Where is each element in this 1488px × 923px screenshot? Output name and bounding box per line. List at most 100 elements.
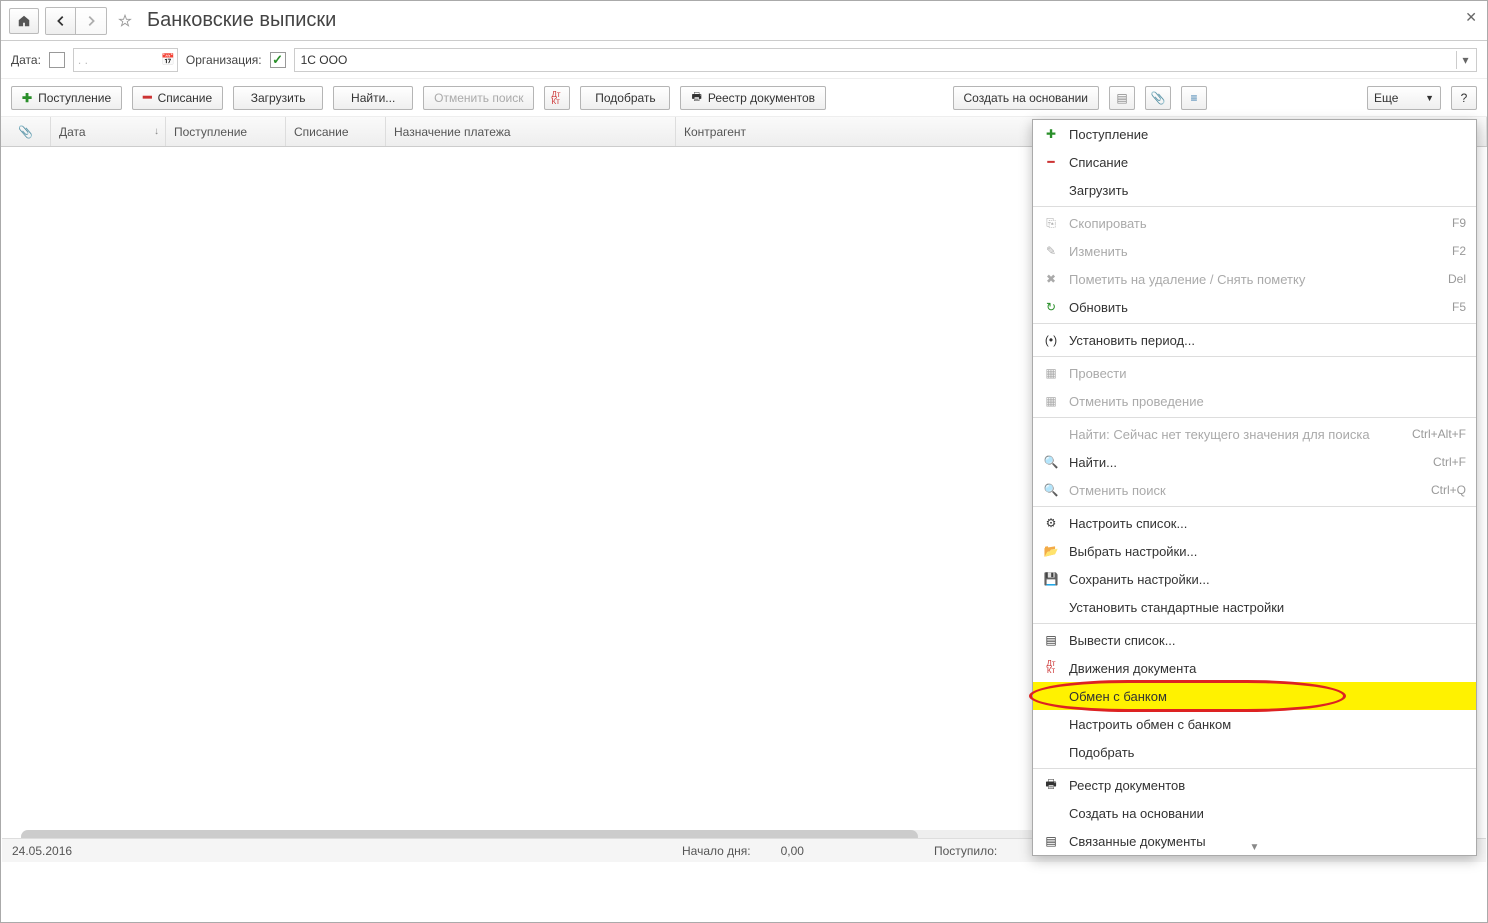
refresh-icon: ↻ bbox=[1043, 300, 1059, 314]
period-icon: (•) bbox=[1043, 333, 1059, 347]
separator bbox=[1033, 768, 1476, 769]
menu-configure-bank[interactable]: Настроить обмен с банком bbox=[1033, 710, 1476, 738]
menu-post[interactable]: ▦Провести bbox=[1033, 359, 1476, 387]
org-filter-checkbox[interactable] bbox=[270, 52, 286, 68]
home-icon bbox=[17, 14, 31, 28]
cancel-search-icon: 🔍 bbox=[1043, 483, 1059, 497]
dtkt-button[interactable] bbox=[544, 86, 570, 110]
org-input[interactable]: 1С ООО ▾ bbox=[294, 48, 1477, 72]
dtkt-icon bbox=[551, 91, 563, 105]
help-button[interactable]: ? bbox=[1451, 86, 1477, 110]
separator bbox=[1033, 323, 1476, 324]
nav-group bbox=[45, 7, 107, 35]
date-filter-checkbox[interactable] bbox=[49, 52, 65, 68]
day-start-value: 0,00 bbox=[781, 844, 804, 858]
window: Банковские выписки ✕ Дата: . . 📅 Организ… bbox=[0, 0, 1488, 923]
menu-find-hint[interactable]: Найти: Сейчас нет текущего значения для … bbox=[1033, 420, 1476, 448]
settings-icon: ⚙ bbox=[1043, 516, 1059, 530]
list-icon: ≡ bbox=[1190, 91, 1197, 105]
document-icon: ▤ bbox=[1043, 834, 1059, 848]
filter-bar: Дата: . . 📅 Организация: 1С ООО ▾ bbox=[1, 41, 1487, 79]
list-button[interactable]: ≡ bbox=[1181, 86, 1207, 110]
menu-expense[interactable]: ━Списание bbox=[1033, 148, 1476, 176]
output-icon: ▤ bbox=[1043, 633, 1059, 647]
sort-down-icon: ↓ bbox=[154, 126, 159, 137]
menu-income[interactable]: ✚Поступление bbox=[1033, 120, 1476, 148]
save-icon: 💾 bbox=[1043, 572, 1059, 586]
plus-icon: ✚ bbox=[1043, 127, 1059, 141]
attach-button[interactable]: 📎 bbox=[1145, 86, 1171, 110]
expense-button[interactable]: ━Списание bbox=[132, 86, 223, 110]
home-button[interactable] bbox=[9, 8, 39, 34]
income-button[interactable]: ✚Поступление bbox=[11, 86, 122, 110]
date-label: Дата: bbox=[11, 53, 41, 67]
forward-button[interactable] bbox=[76, 8, 106, 34]
search-icon: 🔍 bbox=[1043, 455, 1059, 469]
separator bbox=[1033, 356, 1476, 357]
dropdown-icon[interactable]: ▾ bbox=[1456, 51, 1474, 69]
separator bbox=[1033, 417, 1476, 418]
column-purpose[interactable]: Назначение платежа bbox=[386, 117, 676, 146]
menu-refresh[interactable]: ↻ОбновитьF5 bbox=[1033, 293, 1476, 321]
menu-bank-exchange[interactable]: Обмен с банком bbox=[1033, 682, 1476, 710]
back-button[interactable] bbox=[46, 8, 76, 34]
menu-pick[interactable]: Подобрать bbox=[1033, 738, 1476, 766]
menu-default-settings[interactable]: Установить стандартные настройки bbox=[1033, 593, 1476, 621]
menu-configure-list[interactable]: ⚙Настроить список... bbox=[1033, 509, 1476, 537]
separator bbox=[1033, 206, 1476, 207]
received-label: Поступило: bbox=[934, 844, 997, 858]
column-income[interactable]: Поступление bbox=[166, 117, 286, 146]
scroll-down-icon[interactable]: ▼ bbox=[1250, 842, 1260, 853]
plus-icon: ✚ bbox=[22, 91, 32, 105]
column-attach[interactable]: 📎 bbox=[1, 117, 51, 146]
dtkt-icon bbox=[1043, 660, 1059, 676]
separator bbox=[1033, 506, 1476, 507]
menu-create-based[interactable]: Создать на основании bbox=[1033, 799, 1476, 827]
more-dropdown: ✚Поступление ━Списание Загрузить ⎘Скопир… bbox=[1032, 119, 1477, 856]
menu-cancel-find[interactable]: 🔍Отменить поискCtrl+Q bbox=[1033, 476, 1476, 504]
cancel-find-button[interactable]: Отменить поиск bbox=[423, 86, 534, 110]
menu-set-period[interactable]: (•)Установить период... bbox=[1033, 326, 1476, 354]
menu-registry[interactable]: 🖶Реестр документов bbox=[1033, 771, 1476, 799]
menu-find[interactable]: 🔍Найти...Ctrl+F bbox=[1033, 448, 1476, 476]
calendar-icon[interactable]: 📅 bbox=[161, 53, 175, 66]
structure-button[interactable]: ▤ bbox=[1109, 86, 1135, 110]
column-date[interactable]: Дата↓ bbox=[51, 117, 166, 146]
close-button[interactable]: ✕ bbox=[1465, 9, 1477, 26]
arrow-left-icon bbox=[54, 14, 68, 28]
column-expense[interactable]: Списание bbox=[286, 117, 386, 146]
page-title: Банковские выписки bbox=[147, 9, 336, 32]
favorite-button[interactable] bbox=[113, 9, 137, 33]
menu-save-settings[interactable]: 💾Сохранить настройки... bbox=[1033, 565, 1476, 593]
find-button[interactable]: Найти... bbox=[333, 86, 413, 110]
folder-icon: 📂 bbox=[1043, 544, 1059, 558]
post-icon: ▦ bbox=[1043, 366, 1059, 380]
chevron-down-icon: ▼ bbox=[1425, 93, 1434, 103]
paperclip-icon: 📎 bbox=[18, 125, 33, 139]
load-button[interactable]: Загрузить bbox=[233, 86, 323, 110]
org-label: Организация: bbox=[186, 53, 262, 67]
menu-edit[interactable]: ✎ИзменитьF2 bbox=[1033, 237, 1476, 265]
arrow-right-icon bbox=[84, 14, 98, 28]
status-date: 24.05.2016 bbox=[12, 844, 652, 858]
menu-unpost[interactable]: ▦Отменить проведение bbox=[1033, 387, 1476, 415]
org-value: 1С ООО bbox=[301, 53, 348, 67]
menu-choose-settings[interactable]: 📂Выбрать настройки... bbox=[1033, 537, 1476, 565]
paperclip-icon: 📎 bbox=[1151, 91, 1166, 105]
date-value: . . bbox=[78, 53, 88, 67]
document-icon: ▤ bbox=[1116, 91, 1127, 105]
create-based-button[interactable]: Создать на основании bbox=[953, 86, 1100, 110]
menu-output-list[interactable]: ▤Вывести список... bbox=[1033, 626, 1476, 654]
star-icon bbox=[118, 14, 132, 28]
menu-copy[interactable]: ⎘СкопироватьF9 bbox=[1033, 209, 1476, 237]
pick-button[interactable]: Подобрать bbox=[580, 86, 670, 110]
menu-mark-delete[interactable]: ✖Пометить на удаление / Снять пометкуDel bbox=[1033, 265, 1476, 293]
more-button[interactable]: Еще▼ bbox=[1367, 86, 1441, 110]
copy-icon: ⎘ bbox=[1043, 216, 1059, 231]
date-input[interactable]: . . 📅 bbox=[73, 48, 178, 72]
menu-load[interactable]: Загрузить bbox=[1033, 176, 1476, 204]
separator bbox=[1033, 623, 1476, 624]
registry-button[interactable]: 🖶Реестр документов bbox=[680, 86, 826, 110]
pencil-icon: ✎ bbox=[1043, 244, 1059, 258]
menu-doc-movements[interactable]: Движения документа bbox=[1033, 654, 1476, 682]
